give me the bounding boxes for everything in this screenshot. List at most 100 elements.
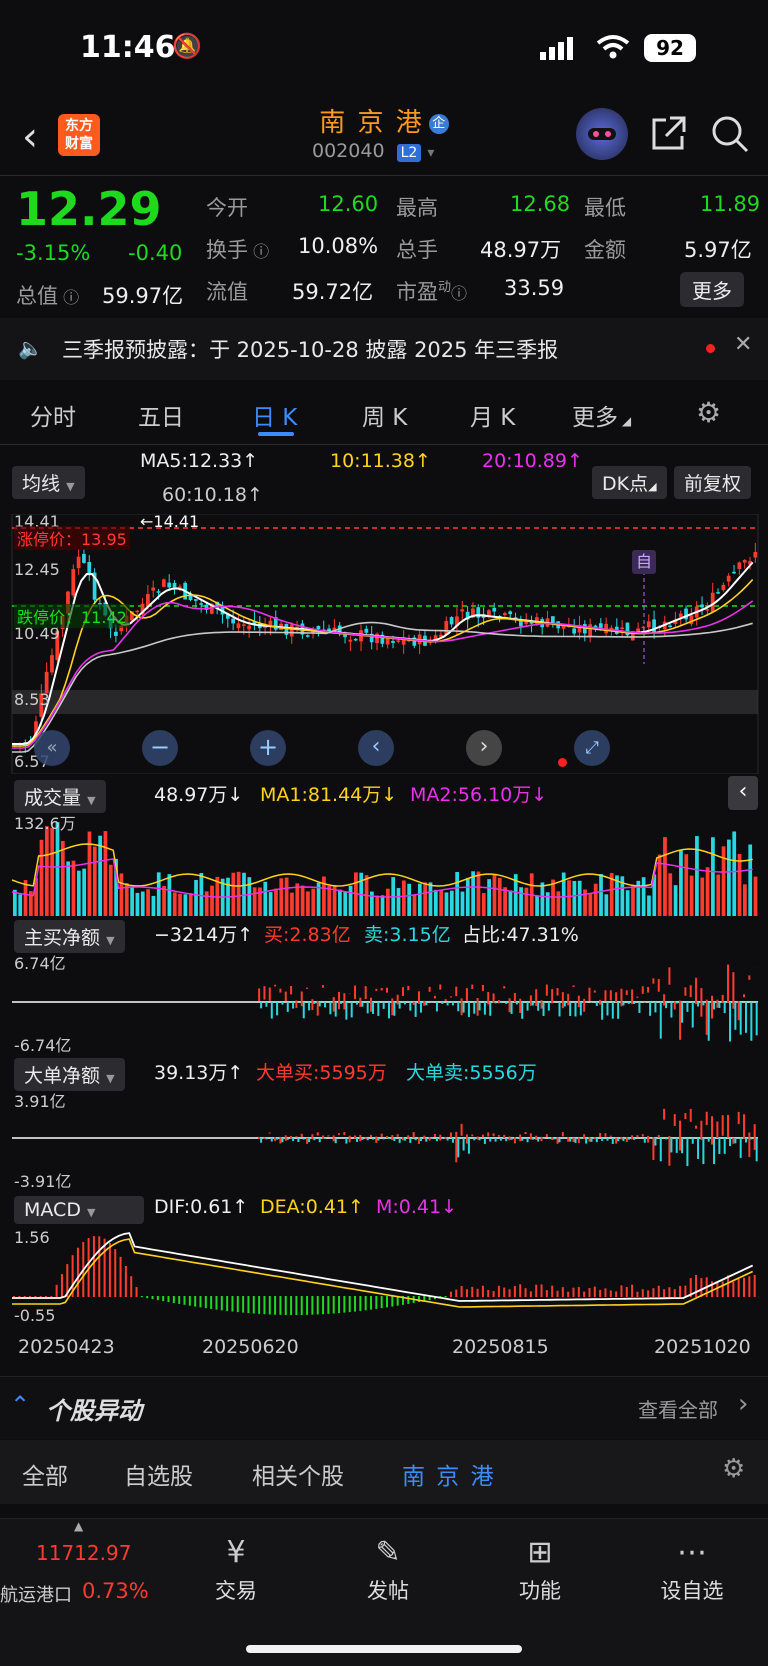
big-buy-bar — [413, 1132, 415, 1138]
tab-monthly-k[interactable]: 月 K — [470, 398, 515, 432]
volume-bar — [684, 854, 688, 916]
volume-bar — [674, 885, 678, 916]
macd-hist-bar — [663, 1289, 665, 1297]
rewind-icon[interactable]: « — [34, 730, 70, 766]
search-icon[interactable] — [710, 114, 750, 158]
chevron-right-icon[interactable]: › — [738, 1389, 748, 1419]
net-sell-bar — [750, 1002, 752, 1041]
subtab-all[interactable]: 全部 — [22, 1457, 68, 1491]
tab-five-day[interactable]: 五日 — [138, 398, 184, 432]
big-buy-bar — [700, 1121, 702, 1140]
post-tab[interactable]: ✎发帖 — [328, 1531, 448, 1605]
net-sell-bar — [393, 1002, 395, 1016]
tab-weekly-k[interactable]: 周 K — [362, 398, 407, 432]
view-all-link[interactable]: 查看全部 — [638, 1394, 718, 1423]
volume-bar — [477, 872, 481, 916]
big-buy-bar — [279, 1137, 281, 1144]
zoom-in-icon[interactable]: + — [250, 730, 286, 766]
signal-icon — [540, 36, 574, 64]
notice-bar[interactable]: 🔈 三季报预披露：于 2025-10-28 披露 2025 年三季报 ✕ — [0, 318, 768, 380]
ma-selector[interactable]: 均线 ▼ — [12, 466, 85, 499]
big-sell-bar — [612, 1138, 614, 1144]
gear-icon[interactable]: ⚙ — [696, 396, 721, 429]
subtab-related[interactable]: 相关个股 — [252, 1457, 344, 1491]
big-buy-bar — [274, 1137, 276, 1141]
dk-point-button[interactable]: DK点◢ — [592, 466, 667, 499]
net-sell-bar — [665, 1002, 667, 1008]
candle-body — [162, 579, 166, 586]
net-buy-value: −3214万↑ — [154, 920, 253, 947]
chevron-down-icon[interactable]: ▾ — [427, 145, 434, 161]
movers-title: 个股异动 — [46, 1391, 142, 1426]
collapse-icon[interactable]: ‹ — [728, 776, 758, 810]
net-sell-amount: 卖:3.15亿 — [364, 920, 451, 947]
net-buy-bar — [258, 988, 260, 1001]
net-buy-bar — [652, 978, 654, 983]
sector-index[interactable]: ▲ 11712.97 航运港口 0.73% — [0, 1519, 160, 1619]
subtab-watchlist[interactable]: 自选股 — [124, 1457, 193, 1491]
net-sell-bar — [303, 1002, 305, 1018]
macd-hist-bar — [338, 1296, 340, 1313]
next-icon[interactable]: › — [466, 730, 502, 766]
net-sell-bar — [606, 1002, 608, 1015]
net-buy-selector[interactable]: 主买净额 ▼ — [14, 920, 125, 953]
macd-hist-bar — [493, 1291, 495, 1297]
close-icon[interactable]: ✕ — [734, 332, 752, 357]
big-buy-bar — [626, 1137, 628, 1142]
net-sell-bar — [479, 1002, 481, 1010]
net-bottom-label: -6.74亿 — [14, 1032, 71, 1056]
candle-body — [444, 621, 448, 634]
macd-hist-bar — [455, 1290, 457, 1297]
prev-icon[interactable]: ‹ — [358, 730, 394, 766]
volume-bar — [423, 882, 427, 916]
volume-bar — [706, 867, 710, 916]
big-buy-bar — [349, 1136, 351, 1143]
big-buy-bar — [679, 1121, 681, 1151]
volume-bar — [301, 886, 305, 916]
subtab-stock[interactable]: 南 京 港 — [402, 1457, 496, 1491]
big-buy-bar — [263, 1138, 265, 1139]
assistant-avatar[interactable] — [576, 108, 628, 160]
net-buy-bar — [684, 987, 686, 995]
big-buy-bar — [343, 1132, 345, 1135]
big-sell-bar — [724, 1138, 726, 1154]
price-adjust-button[interactable]: 前复权 — [674, 466, 751, 499]
trade-tab[interactable]: ¥交易 — [176, 1531, 296, 1605]
tab-daily-k[interactable]: 日 K — [252, 398, 297, 432]
add-watch-tab[interactable]: ⋯设自选 — [632, 1531, 752, 1605]
net-sell-bar — [372, 1002, 374, 1014]
movers-header[interactable]: ⌃ 个股异动 查看全部 › — [0, 1376, 768, 1439]
big-sell-bar — [708, 1138, 710, 1142]
net-sell-bar — [452, 1002, 454, 1005]
macd-hist-bar — [29, 1296, 31, 1297]
more-button[interactable]: 更多 — [680, 272, 744, 307]
big-sell-bar — [718, 1138, 720, 1154]
big-buy-bar — [716, 1122, 718, 1139]
volume-bar — [66, 861, 70, 916]
volume-bar — [604, 894, 608, 916]
net-buy-bar — [690, 985, 692, 997]
macd-hist-bar — [215, 1296, 217, 1310]
expand-icon[interactable]: ⤢ — [574, 730, 610, 766]
chevron-up-icon[interactable]: ⌃ — [10, 1391, 30, 1419]
macd-hist-bar — [445, 1296, 447, 1297]
big-sell-bar — [463, 1138, 465, 1151]
function-tab[interactable]: ⊞功能 — [480, 1531, 600, 1605]
macd-selector[interactable]: MACD ▼ — [14, 1196, 144, 1224]
net-buy-bar — [727, 965, 729, 1003]
big-order-selector[interactable]: 大单净额 ▼ — [14, 1058, 125, 1091]
share-icon[interactable] — [650, 114, 688, 156]
settings-icon[interactable]: ⚙ — [722, 1454, 745, 1484]
big-sell-bar — [297, 1138, 299, 1142]
big-buy-bar — [397, 1134, 399, 1136]
volume-selector[interactable]: 成交量 ▼ — [14, 780, 106, 813]
net-buy-bar — [562, 992, 564, 1008]
net-sell-bar — [676, 1002, 678, 1004]
kline-chart[interactable]: 14.41 12.45 10.49 8.53 6.57 ←14.41 涨停价：1… — [0, 514, 768, 774]
volume-bar — [56, 822, 60, 916]
candle-body — [492, 608, 496, 612]
tab-intraday[interactable]: 分时 — [30, 398, 76, 432]
zoom-out-icon[interactable]: − — [142, 730, 178, 766]
volume-bar — [397, 888, 401, 916]
net-buy-bar — [706, 1000, 708, 1035]
